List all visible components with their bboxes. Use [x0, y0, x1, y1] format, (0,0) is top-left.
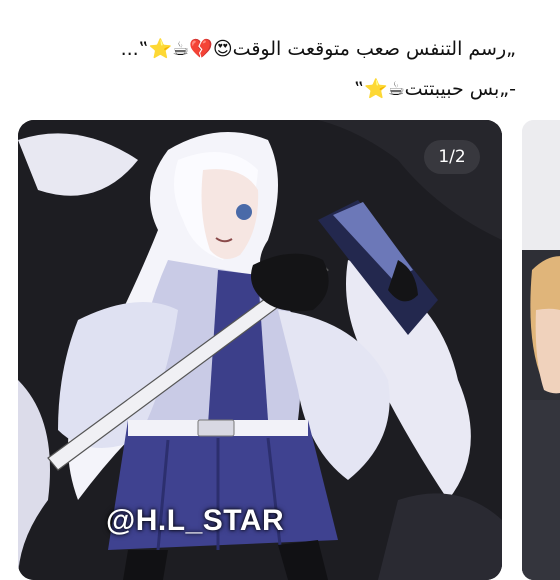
image-page-indicator: 1/2 [424, 140, 480, 174]
post-caption-line-1: „رسم التنفس صعب متوقعت الوقت😍💔☕⭐‟... [120, 38, 516, 60]
next-post-top [522, 120, 560, 250]
next-post-preview[interactable] [522, 120, 560, 580]
post-artwork-image[interactable]: 1/2 @H.L_STAR [18, 120, 502, 580]
post-caption-line-2: -„بس حبيبتتت☕⭐‟ [354, 78, 516, 100]
next-post-photo [522, 250, 560, 580]
artist-watermark: @H.L_STAR [106, 504, 285, 537]
